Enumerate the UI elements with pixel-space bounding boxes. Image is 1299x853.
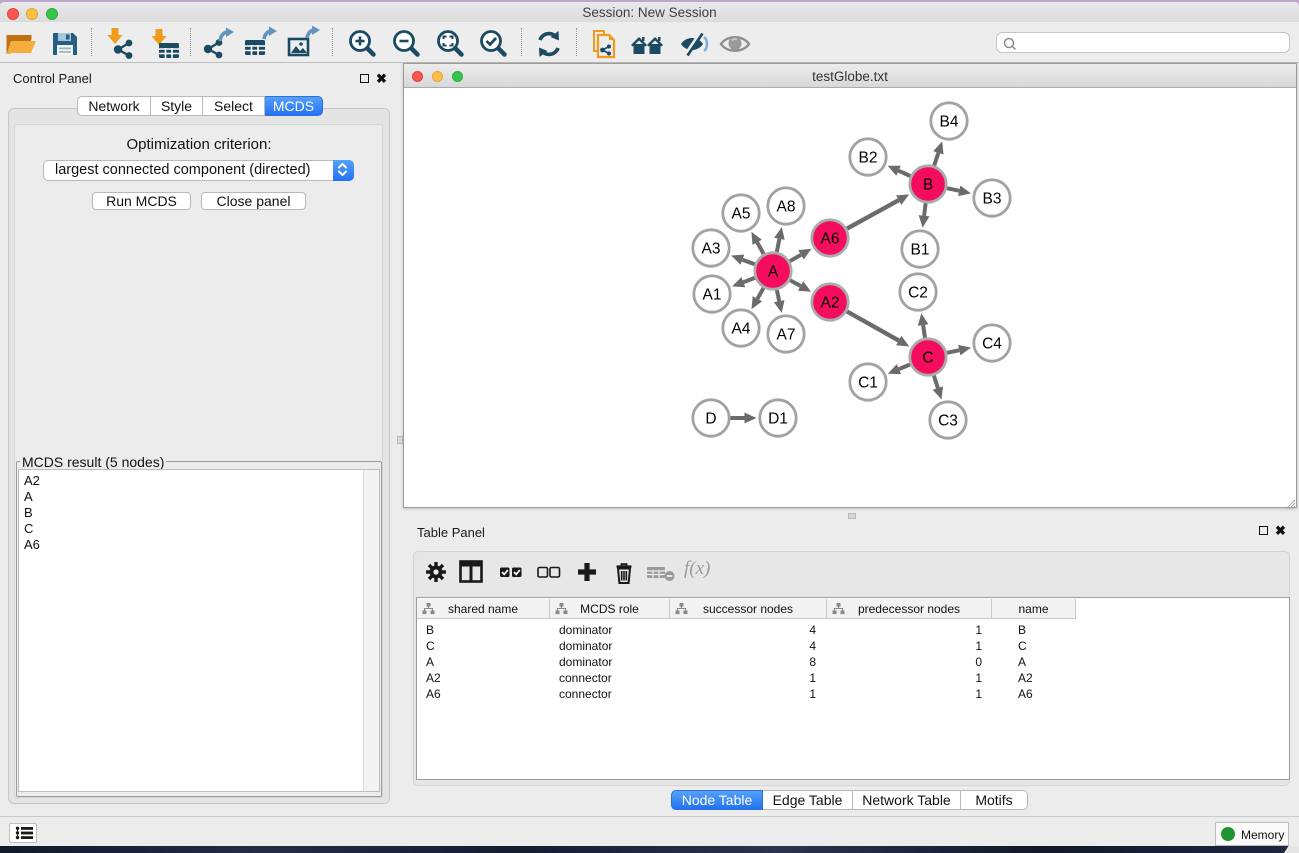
svg-text:C1: C1 xyxy=(858,374,878,391)
svg-text:A2: A2 xyxy=(820,294,839,311)
svg-text:A6: A6 xyxy=(820,230,839,247)
svg-text:D: D xyxy=(705,410,716,427)
svg-text:A4: A4 xyxy=(731,320,750,337)
svg-text:A: A xyxy=(767,263,778,280)
svg-text:C3: C3 xyxy=(938,412,958,429)
svg-text:C4: C4 xyxy=(982,335,1002,352)
svg-text:D1: D1 xyxy=(768,410,788,427)
svg-text:B3: B3 xyxy=(982,190,1001,207)
svg-text:A1: A1 xyxy=(702,286,721,303)
svg-text:B4: B4 xyxy=(939,113,958,130)
svg-text:A3: A3 xyxy=(701,240,720,257)
svg-text:A7: A7 xyxy=(776,326,795,343)
svg-text:B: B xyxy=(922,176,932,193)
svg-text:C: C xyxy=(922,349,933,366)
svg-text:B1: B1 xyxy=(910,241,929,258)
svg-text:B2: B2 xyxy=(858,149,877,166)
svg-text:A5: A5 xyxy=(731,205,750,222)
svg-text:A8: A8 xyxy=(776,198,795,215)
svg-text:C2: C2 xyxy=(908,284,928,301)
